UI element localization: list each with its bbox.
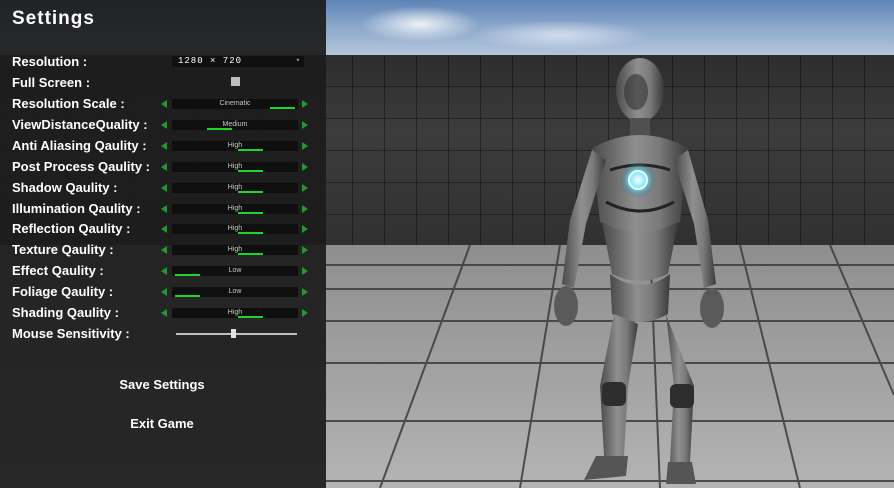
resolution-scale-selector[interactable]: Cinematic (172, 99, 298, 109)
illumination-qaulity-value: High (227, 205, 243, 212)
arrow-left-icon[interactable] (161, 142, 167, 150)
mouse-sensitivity-label: Mouse Sensitivity : (12, 326, 130, 341)
arrow-left-icon[interactable] (161, 163, 167, 171)
mouse-sensitivity-slider-handle[interactable] (231, 329, 236, 338)
arrow-right-icon[interactable] (302, 163, 308, 171)
shadow-qaulity-label: Shadow Qaulity : (12, 180, 118, 195)
reflection-qaulity-value: High (227, 225, 243, 232)
arrow-left-icon[interactable] (161, 121, 167, 129)
cloud (470, 20, 650, 50)
arrow-left-icon[interactable] (161, 184, 167, 192)
fullscreen-label: Full Screen : (12, 75, 91, 90)
shadow-qaulity-value: High (227, 184, 243, 191)
post-process-qaulity-level-indicator (238, 170, 263, 172)
shadow-qaulity-level-indicator (238, 191, 263, 193)
resolution-label: Resolution : (12, 54, 88, 69)
arrow-left-icon[interactable] (161, 225, 167, 233)
mannequin-character (554, 58, 724, 484)
arrow-left-icon[interactable] (161, 246, 167, 254)
illumination-qaulity-selector[interactable]: High (172, 204, 298, 214)
reflection-qaulity-level-indicator (238, 232, 263, 234)
anti-aliasing-qaulity-value: High (227, 142, 243, 149)
arrow-right-icon[interactable] (302, 142, 308, 150)
anti-aliasing-qaulity-label: Anti Aliasing Qaulity : (12, 138, 147, 153)
arrow-right-icon[interactable] (302, 100, 308, 108)
illumination-qaulity-label: Illumination Qaulity : (12, 201, 141, 216)
post-process-qaulity-label: Post Process Qaulity : (12, 159, 150, 174)
arrow-left-icon[interactable] (161, 100, 167, 108)
reflection-qaulity-label: Reflection Qaulity : (12, 221, 131, 236)
resolution-value: 1280 × 720 (178, 56, 243, 66)
cloud (360, 6, 480, 42)
resolution-dropdown[interactable]: 1280 × 720 ▾ (172, 56, 304, 67)
anti-aliasing-qaulity-selector[interactable]: High (172, 141, 298, 151)
texture-qaulity-label: Texture Qaulity : (12, 242, 114, 257)
viewdistancequality-level-indicator (207, 128, 232, 130)
shading-qaulity-value: High (227, 309, 243, 316)
arrow-left-icon[interactable] (161, 267, 167, 275)
arrow-right-icon[interactable] (302, 205, 308, 213)
anti-aliasing-qaulity-level-indicator (238, 149, 263, 151)
arrow-right-icon[interactable] (302, 121, 308, 129)
shading-qaulity-level-indicator (238, 316, 263, 318)
resolution-scale-label: Resolution Scale : (12, 96, 125, 111)
post-process-qaulity-selector[interactable]: High (172, 162, 298, 172)
save-settings-button[interactable]: Save Settings (62, 377, 262, 392)
texture-qaulity-value: High (227, 246, 243, 253)
arrow-right-icon[interactable] (302, 288, 308, 296)
exit-game-button[interactable]: Exit Game (62, 416, 262, 431)
arrow-left-icon[interactable] (161, 309, 167, 317)
shadow-qaulity-selector[interactable]: High (172, 183, 298, 193)
arrow-right-icon[interactable] (302, 246, 308, 254)
shading-qaulity-selector[interactable]: High (172, 308, 298, 318)
texture-qaulity-selector[interactable]: High (172, 245, 298, 255)
settings-panel: Settings Resolution : 1280 × 720 ▾ Full … (0, 0, 326, 488)
mouse-sensitivity-slider[interactable] (176, 333, 297, 335)
foliage-qaulity-selector[interactable]: Low (172, 287, 298, 297)
reflection-qaulity-selector[interactable]: High (172, 224, 298, 234)
post-process-qaulity-value: High (227, 163, 243, 170)
illumination-qaulity-level-indicator (238, 212, 263, 214)
effect-qaulity-label: Effect Qaulity : (12, 263, 104, 278)
fullscreen-checkbox[interactable] (231, 77, 240, 86)
viewdistancequality-selector[interactable]: Medium (172, 120, 298, 130)
chevron-down-icon: ▾ (295, 57, 301, 65)
viewdistancequality-label: ViewDistanceQuality : (12, 117, 148, 132)
effect-qaulity-selector[interactable]: Low (172, 266, 298, 276)
foliage-qaulity-label: Foliage Qaulity : (12, 284, 114, 299)
foliage-qaulity-level-indicator (175, 295, 200, 297)
arrow-right-icon[interactable] (302, 225, 308, 233)
arrow-left-icon[interactable] (161, 205, 167, 213)
effect-qaulity-level-indicator (175, 274, 200, 276)
arrow-right-icon[interactable] (302, 184, 308, 192)
texture-qaulity-level-indicator (238, 253, 263, 255)
panel-title: Settings (12, 8, 95, 29)
shading-qaulity-label: Shading Qaulity : (12, 305, 119, 320)
arrow-right-icon[interactable] (302, 267, 308, 275)
arrow-right-icon[interactable] (302, 309, 308, 317)
viewdistancequality-value: Medium (222, 121, 248, 128)
resolution-scale-level-indicator (270, 107, 295, 109)
arrow-left-icon[interactable] (161, 288, 167, 296)
